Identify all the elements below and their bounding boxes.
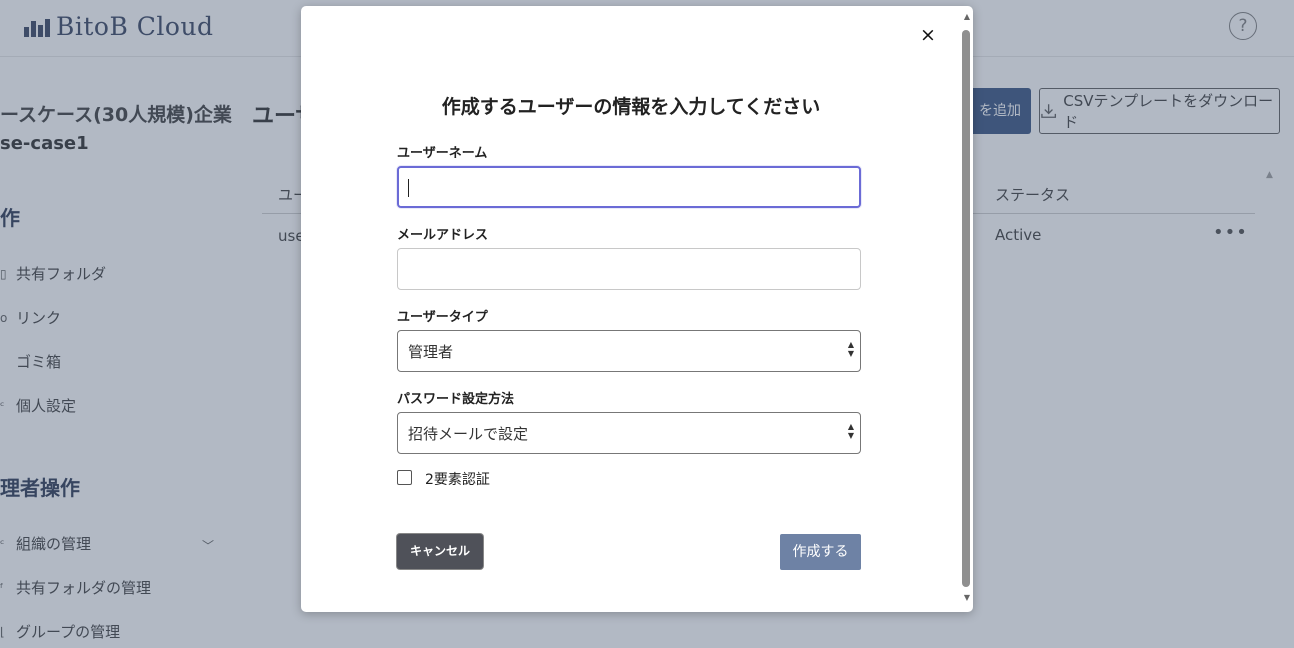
create-user-dialog: ▲ ▼ × 作成するユーザーの情報を入力してください ユーザーネーム メールアド… <box>301 6 973 612</box>
email-field[interactable] <box>397 248 861 290</box>
password-method-value: 招待メールで設定 <box>408 424 529 443</box>
cancel-button[interactable]: キャンセル <box>397 534 483 569</box>
user-type-select[interactable]: 管理者 ▲ ▼ <box>397 330 861 372</box>
user-type-value: 管理者 <box>408 342 454 361</box>
username-field[interactable] <box>397 166 861 208</box>
text-cursor <box>408 179 409 197</box>
email-label: メールアドレス <box>397 228 489 243</box>
scroll-down-arrow-icon[interactable]: ▼ <box>961 593 973 602</box>
username-label: ユーザーネーム <box>397 146 488 161</box>
close-icon[interactable]: × <box>918 24 938 46</box>
select-arrows-icon: ▲ ▼ <box>847 422 854 440</box>
create-button[interactable]: 作成する <box>780 534 861 570</box>
user-type-label: ユーザータイプ <box>397 310 488 325</box>
password-method-label: パスワード設定方法 <box>397 392 515 407</box>
dialog-title: 作成するユーザーの情報を入力してください <box>441 96 821 118</box>
two-factor-checkbox[interactable] <box>397 470 412 485</box>
scroll-up-arrow-icon[interactable]: ▲ <box>961 12 973 21</box>
select-arrows-icon: ▲ ▼ <box>847 340 854 358</box>
scrollbar-thumb[interactable] <box>962 30 970 587</box>
two-factor-label[interactable]: 2要素認証 <box>425 469 490 489</box>
password-method-select[interactable]: 招待メールで設定 ▲ ▼ <box>397 412 861 454</box>
